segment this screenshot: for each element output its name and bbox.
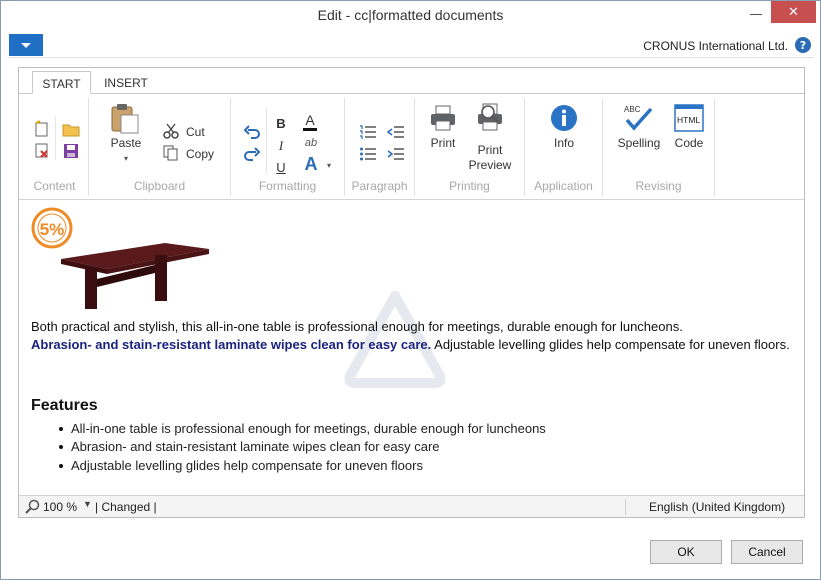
- indent-decrease-icon[interactable]: [387, 124, 405, 140]
- zoom-level[interactable]: 100 %: [43, 500, 77, 514]
- copy-icon[interactable]: [162, 144, 180, 162]
- paste-icon[interactable]: [110, 103, 140, 135]
- print-preview-button-line1[interactable]: Print: [470, 143, 510, 157]
- new-doc-icon[interactable]: [33, 120, 51, 138]
- help-icon[interactable]: ?: [795, 37, 811, 53]
- app-menu-button[interactable]: [9, 34, 43, 56]
- redo-icon[interactable]: [243, 146, 261, 162]
- badge-text: 5%: [40, 220, 65, 239]
- code-button[interactable]: Code: [669, 136, 709, 150]
- numbered-list-icon[interactable]: [359, 124, 377, 140]
- paste-dropdown-arrow[interactable]: ▾: [119, 154, 133, 163]
- description-rest: Adjustable levelling glides help compens…: [431, 337, 790, 352]
- print-preview-button-line2[interactable]: Preview: [465, 158, 515, 172]
- ribbon: Content Paste ▾ Cut Copy Clipboard B I U…: [19, 94, 804, 200]
- paste-button[interactable]: Paste: [101, 136, 151, 150]
- group-label-content: Content: [33, 179, 76, 193]
- highlight-button[interactable]: ab: [302, 137, 320, 149]
- cut-icon[interactable]: [162, 122, 180, 140]
- list-item: Abrasion- and stain-resistant laminate w…: [59, 438, 546, 456]
- tab-start[interactable]: START: [32, 71, 91, 94]
- spelling-button[interactable]: Spelling: [614, 136, 664, 150]
- chevron-down-icon: [21, 42, 31, 48]
- description-highlight: Abrasion- and stain-resistant laminate w…: [31, 337, 432, 352]
- ribbon-group-formatting: B I U A ab A ▾ Formatting: [231, 98, 345, 196]
- print-preview-icon[interactable]: [475, 102, 507, 134]
- minimize-button[interactable]: —: [743, 3, 769, 25]
- ribbon-group-revising: ABC Spelling HTML Code Revising: [603, 98, 715, 196]
- changed-status: | Changed |: [95, 500, 157, 514]
- info-button[interactable]: Info: [544, 136, 584, 150]
- ribbon-group-content: Content: [21, 98, 89, 196]
- title-bar: Edit - cc|formatted documents — □ ✕: [1, 1, 820, 33]
- tab-insert[interactable]: INSERT: [97, 71, 155, 94]
- status-separator: [625, 499, 626, 515]
- close-window-button[interactable]: ✕: [771, 1, 816, 23]
- zoom-icon[interactable]: [25, 499, 40, 514]
- open-folder-icon[interactable]: [62, 120, 80, 138]
- group-label-application: Application: [534, 179, 593, 193]
- info-icon[interactable]: [550, 104, 578, 132]
- underline-button[interactable]: U: [274, 160, 288, 175]
- status-bar: 100 % ▼ | Changed | English (United King…: [19, 495, 804, 517]
- rich-text-editor: START INSERT Content Paste ▾ Cut Copy Cl…: [18, 67, 805, 518]
- italic-button[interactable]: I: [274, 138, 288, 154]
- ribbon-tabs: START INSERT: [19, 68, 804, 94]
- features-heading: Features: [31, 397, 98, 414]
- cut-button[interactable]: Cut: [186, 125, 205, 139]
- group-label-paragraph: Paragraph: [351, 179, 408, 193]
- ribbon-group-printing: Print Print Preview Printing: [415, 98, 525, 196]
- group-label-clipboard: Clipboard: [133, 179, 186, 193]
- document-area[interactable]: 5% Both practical and stylish, this all-…: [19, 201, 804, 495]
- list-item: Adjustable levelling glides help compens…: [59, 457, 546, 475]
- description-line-2: Abrasion- and stain-resistant laminate w…: [31, 336, 801, 355]
- indent-increase-icon[interactable]: [387, 146, 405, 162]
- conference-table-image: [61, 243, 209, 309]
- description-line-1: Both practical and stylish, this all-in-…: [31, 319, 683, 334]
- zoom-dropdown-arrow[interactable]: ▼: [83, 499, 92, 509]
- group-label-formatting: Formatting: [258, 179, 317, 193]
- save-icon[interactable]: [62, 142, 80, 160]
- language-status[interactable]: English (United Kingdom): [649, 500, 785, 514]
- edit-dialog-window: Edit - cc|formatted documents — □ ✕ CRON…: [0, 0, 821, 580]
- features-list: All-in-one table is professional enough …: [59, 420, 546, 475]
- font-size-dropdown-arrow[interactable]: ▾: [325, 161, 333, 170]
- spelling-check-icon[interactable]: ABC: [621, 103, 655, 133]
- delete-doc-icon[interactable]: [33, 142, 51, 160]
- svg-text:ABC: ABC: [624, 105, 641, 114]
- font-color-button[interactable]: A: [303, 113, 317, 131]
- svg-text:HTML: HTML: [677, 115, 700, 125]
- html-code-icon[interactable]: HTML: [674, 104, 704, 132]
- window-title: Edit - cc|formatted documents: [317, 7, 504, 23]
- bullet-list-icon[interactable]: [359, 146, 377, 162]
- group-label-revising: Revising: [635, 179, 682, 193]
- copy-button[interactable]: Copy: [186, 147, 214, 161]
- ribbon-group-paragraph: Paragraph: [345, 98, 415, 196]
- list-item: All-in-one table is professional enough …: [59, 420, 546, 438]
- company-name: CRONUS International Ltd.: [643, 39, 788, 53]
- app-bar: CRONUS International Ltd. ?: [9, 34, 814, 58]
- font-size-button[interactable]: A: [303, 154, 319, 175]
- printer-icon[interactable]: [429, 104, 457, 132]
- cancel-button[interactable]: Cancel: [731, 540, 803, 564]
- ribbon-group-clipboard: Paste ▾ Cut Copy Clipboard: [89, 98, 231, 196]
- undo-icon[interactable]: [243, 124, 261, 140]
- ribbon-group-application: Info Application: [525, 98, 603, 196]
- group-label-printing: Printing: [449, 179, 490, 193]
- bold-button[interactable]: B: [274, 116, 288, 131]
- ok-button[interactable]: OK: [650, 540, 722, 564]
- print-button[interactable]: Print: [423, 136, 463, 150]
